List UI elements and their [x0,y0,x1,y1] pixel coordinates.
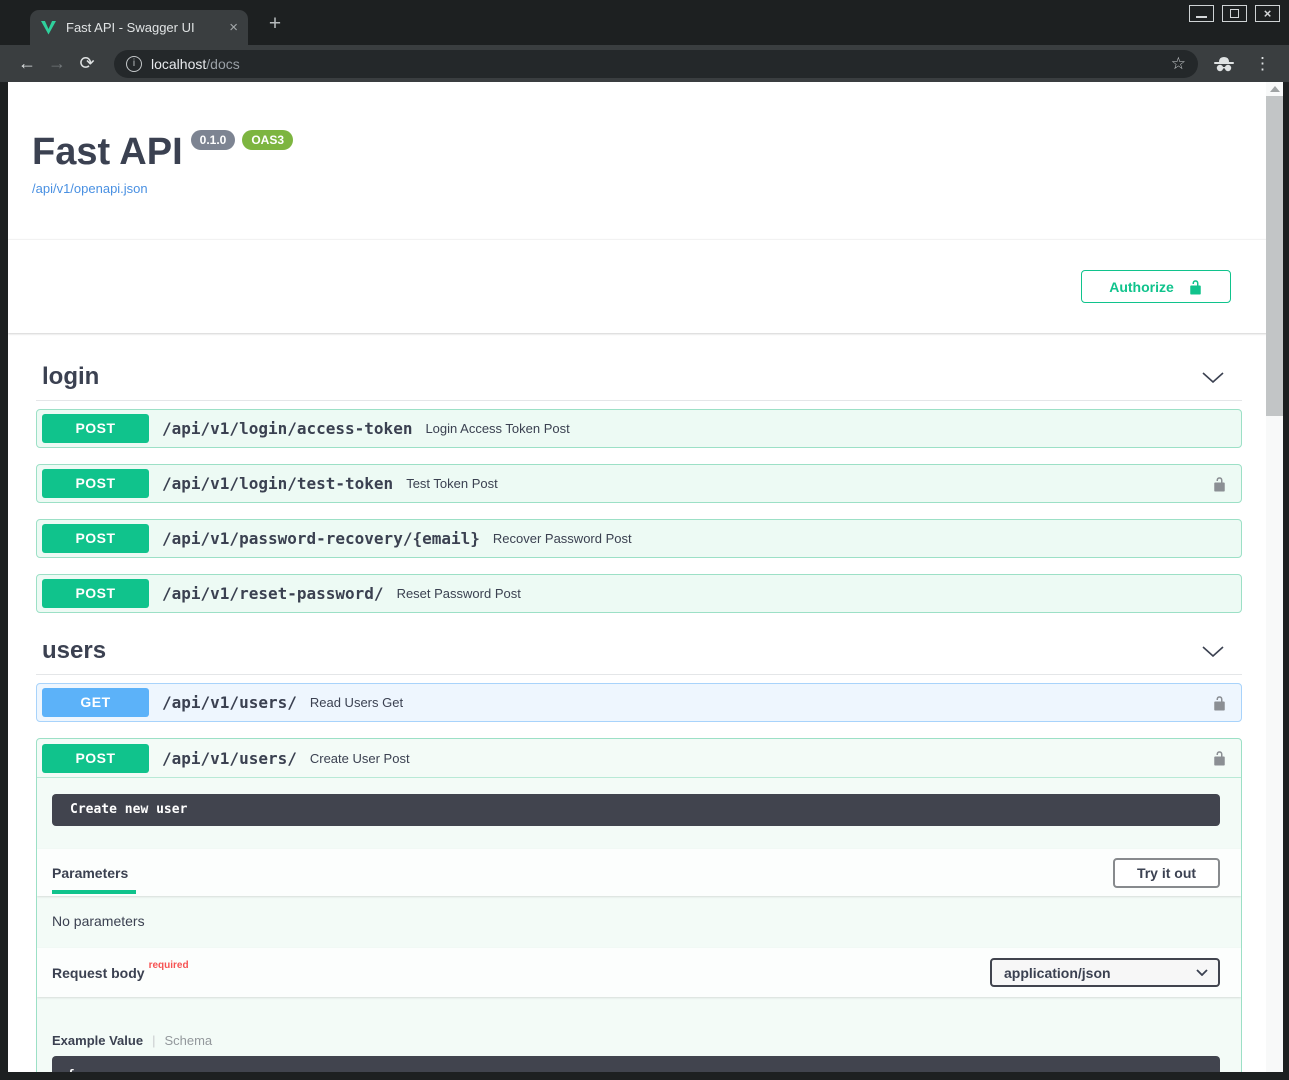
authorize-label: Authorize [1109,279,1174,295]
endpoint-path: /api/v1/users/ [162,749,297,768]
openapi-spec-link[interactable]: /api/v1/openapi.json [32,181,148,196]
back-button[interactable]: ← [12,53,42,74]
endpoint-path: /api/v1/login/test-token [162,474,393,493]
chevron-down-icon[interactable] [1202,372,1224,383]
url-text[interactable]: localhost/docs [151,56,1162,72]
tab-example-value[interactable]: Example Value [52,1033,143,1048]
bookmark-star-icon[interactable]: ☆ [1171,54,1186,74]
tab-divider: | [152,1033,155,1048]
tab-title: Fast API - Swagger UI [66,20,220,35]
minimize-icon [1196,16,1207,18]
window-controls: × [1189,5,1280,22]
tab-schema[interactable]: Schema [164,1033,212,1048]
method-badge: GET [42,688,149,717]
close-button[interactable]: × [1255,5,1280,22]
endpoint-summary: Login Access Token Post [425,421,569,436]
forward-button[interactable]: → [42,53,72,74]
tab-close-icon[interactable]: × [229,20,238,35]
tag-section-login[interactable]: login [36,355,1242,401]
maximize-button[interactable] [1222,5,1247,22]
unlocked-padlock-icon [1188,278,1203,296]
no-parameters-text: No parameters [37,896,1241,948]
maximize-icon [1230,9,1239,18]
endpoint-path: /api/v1/reset-password/ [162,584,384,603]
site-info-icon[interactable]: i [126,56,142,72]
active-tab-underline [52,890,136,894]
endpoint-path: /api/v1/login/access-token [162,419,412,438]
new-tab-button[interactable]: + [263,13,287,37]
browser-toolbar: ← → ⟳ i localhost/docs ☆ ⋮ [0,45,1289,82]
reload-button[interactable]: ⟳ [72,53,102,74]
toolbar-right: ⋮ [1208,54,1277,74]
scrollbar-up-button[interactable] [1266,82,1283,96]
endpoint-row-login-access-token[interactable]: POST /api/v1/login/access-token Login Ac… [36,409,1242,448]
address-bar[interactable]: i localhost/docs ☆ [114,50,1198,78]
endpoint-summary: Recover Password Post [493,531,632,546]
required-label: required [149,960,189,971]
page-title: Fast API0.1.0OAS3 [32,130,1242,174]
url-path: /docs [206,56,239,72]
incognito-icon [1212,56,1236,72]
unlocked-padlock-icon[interactable] [1212,694,1227,712]
api-info: Fast API0.1.0OAS3 /api/v1/openapi.json [32,82,1242,198]
unlocked-padlock-icon[interactable] [1212,475,1227,493]
parameters-header: Parameters Try it out [37,849,1241,896]
minimize-button[interactable] [1189,5,1214,22]
url-host: localhost [151,56,206,72]
chevron-down-icon [1196,969,1208,976]
endpoint-row-password-recovery[interactable]: POST /api/v1/password-recovery/{email} R… [36,519,1242,558]
tag-title-login: login [42,363,99,391]
scrollbar-thumb[interactable] [1266,96,1283,416]
browser-menu-icon[interactable]: ⋮ [1254,54,1271,74]
model-example: Example Value | Schema { [37,997,1241,1072]
method-badge: POST [42,744,149,773]
version-badge: 0.1.0 [191,130,236,150]
example-code-block: { [52,1056,1220,1072]
tag-section-users[interactable]: users [36,629,1242,675]
media-type-value: application/json [1004,965,1111,981]
endpoint-row-create-user[interactable]: POST /api/v1/users/ Create User Post [37,739,1241,778]
page-scrollbar[interactable] [1266,82,1283,1072]
endpoint-summary: Read Users Get [310,695,403,710]
endpoint-summary: Create User Post [310,751,410,766]
endpoint-row-login-test-token[interactable]: POST /api/v1/login/test-token Test Token… [36,464,1242,503]
request-body-label: Request bodyrequired [52,965,189,981]
endpoint-path: /api/v1/users/ [162,693,297,712]
endpoint-row-read-users[interactable]: GET /api/v1/users/ Read Users Get [36,683,1242,722]
oas3-badge: OAS3 [242,130,293,150]
scroll-up-icon [1270,86,1280,92]
endpoint-path: /api/v1/password-recovery/{email} [162,529,480,548]
endpoint-expanded-create-user: POST /api/v1/users/ Create User Post Cre… [36,738,1242,1072]
parameters-tab[interactable]: Parameters [52,865,128,881]
media-type-select[interactable]: application/json [990,958,1220,987]
try-it-out-button[interactable]: Try it out [1113,858,1220,888]
tag-title-users: users [42,637,106,665]
unlocked-padlock-icon[interactable] [1212,749,1227,767]
request-body-header: Request bodyrequired application/json [37,948,1241,997]
code-line: { [67,1068,1205,1072]
close-icon: × [1264,7,1272,20]
browser-titlebar: Fast API - Swagger UI × + × [0,0,1289,45]
tab-favicon-icon [40,20,57,35]
chevron-down-icon[interactable] [1202,646,1224,657]
method-badge: POST [42,469,149,498]
endpoint-row-reset-password[interactable]: POST /api/v1/reset-password/ Reset Passw… [36,574,1242,613]
method-badge: POST [42,579,149,608]
page-viewport: Fast API0.1.0OAS3 /api/v1/openapi.json A… [8,82,1283,1072]
scheme-container: Authorize [8,240,1283,333]
example-tabs: Example Value | Schema [52,1033,1220,1048]
endpoint-description: Create new user [52,794,1220,826]
authorize-button[interactable]: Authorize [1081,270,1231,303]
endpoint-summary: Test Token Post [406,476,498,491]
method-badge: POST [42,524,149,553]
method-badge: POST [42,414,149,443]
title-badges: 0.1.0 OAS3 [191,130,293,150]
browser-tab[interactable]: Fast API - Swagger UI × [30,10,248,45]
endpoint-summary: Reset Password Post [397,586,521,601]
